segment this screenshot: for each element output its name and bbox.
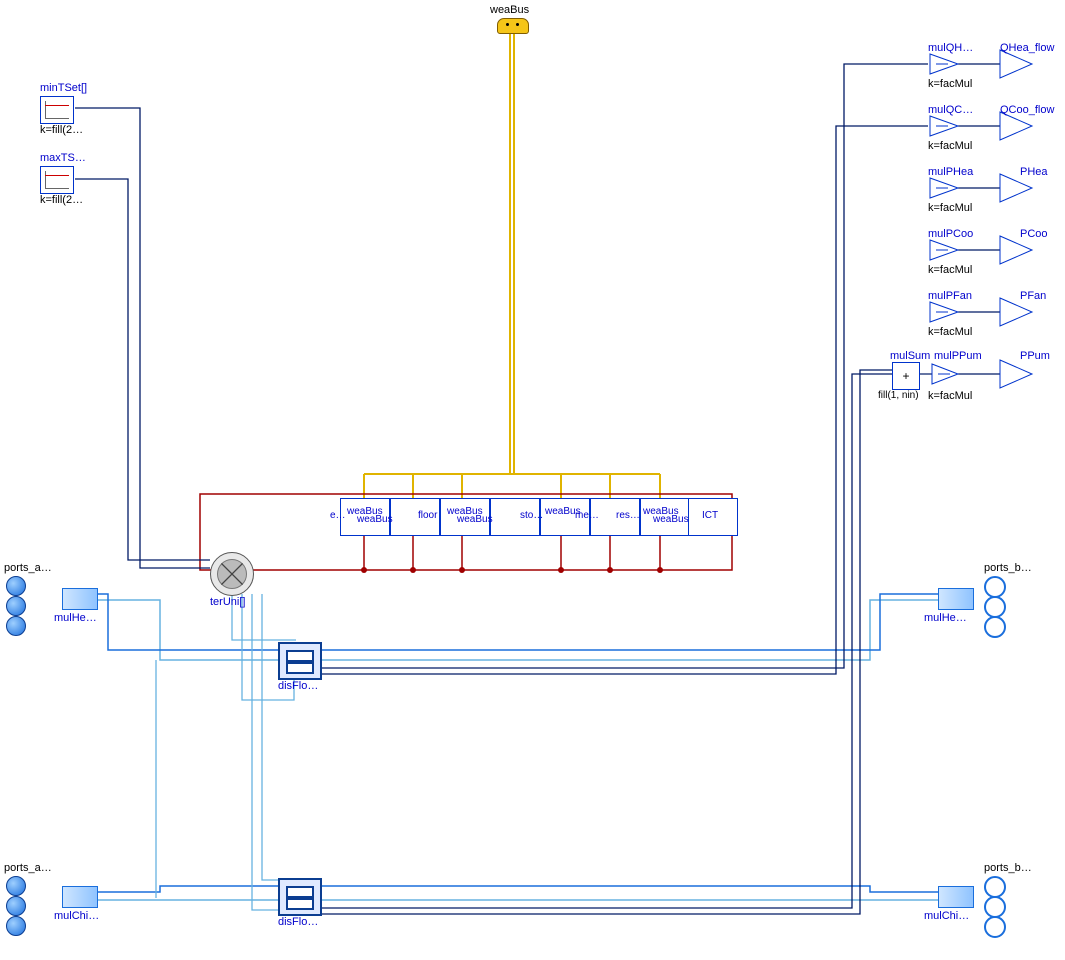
mulPFan-k: k=facMul	[928, 326, 972, 338]
PHea-out-label: PHea	[1020, 166, 1048, 178]
mulSum-name: mulSum	[890, 350, 930, 362]
terUni-block[interactable]	[210, 552, 254, 596]
ports-b1-label: ports_b…	[984, 562, 1032, 574]
port-b2-1[interactable]	[984, 876, 1006, 898]
PPum-out-label: PPum	[1020, 350, 1050, 362]
mulHea-in-block[interactable]	[62, 588, 98, 610]
room-lbl-3a: sto…	[520, 510, 543, 521]
port-a1-2[interactable]	[6, 596, 26, 616]
disFloHea-block[interactable]	[278, 642, 322, 680]
port-a2-1[interactable]	[6, 876, 26, 896]
port-a2-2[interactable]	[6, 896, 26, 916]
disFloChi-label: disFlo…	[278, 916, 318, 928]
weabus-label: weaBus	[490, 4, 529, 16]
maxtset-block[interactable]	[40, 166, 74, 194]
port-a1-1[interactable]	[6, 576, 26, 596]
diagram-canvas: weaBus minTSet[] k=fill(2… maxTS… k=fill…	[0, 0, 1065, 960]
port-b2-2[interactable]	[984, 896, 1006, 918]
mulSum-block[interactable]: +	[892, 362, 920, 390]
port-b1-3[interactable]	[984, 616, 1006, 638]
mulPFan-name: mulPFan	[928, 290, 972, 302]
mulPHea-k: k=facMul	[928, 202, 972, 214]
mulHea-out-block[interactable]	[938, 588, 974, 610]
maxtset-name: maxTS…	[40, 152, 86, 164]
PCoo-out-label: PCoo	[1020, 228, 1048, 240]
QHea-out-label: QHea_flow	[1000, 42, 1054, 54]
room-lbl-4a: res…	[616, 510, 640, 521]
PFan-out-label: PFan	[1020, 290, 1046, 302]
mulSum-k: fill(1, nin)	[878, 390, 919, 401]
disFloChi-block[interactable]	[278, 878, 322, 916]
room-lbl-4c: weaBus	[653, 514, 689, 525]
weabus-connector[interactable]	[497, 18, 529, 34]
room-lbl-2cw: weaBus	[457, 514, 493, 525]
port-a2-3[interactable]	[6, 916, 26, 936]
room-lbl-1c: weaBus	[357, 514, 393, 525]
port-b1-1[interactable]	[984, 576, 1006, 598]
ports-b2-label: ports_b…	[984, 862, 1032, 874]
mulQCoo-name: mulQC…	[928, 104, 973, 116]
mulQCoo-k: k=facMul	[928, 140, 972, 152]
QCoo-out-label: QCoo_flow	[1000, 104, 1054, 116]
disFloHea-label: disFlo…	[278, 680, 318, 692]
ports-a2-label: ports_a…	[4, 862, 52, 874]
mulChi-in-label: mulChi…	[54, 910, 99, 922]
mulPCoo-k: k=facMul	[928, 264, 972, 276]
mulPPum-k: k=facMul	[928, 390, 972, 402]
port-b1-2[interactable]	[984, 596, 1006, 618]
ports-a1-label: ports_a…	[4, 562, 52, 574]
mulQHea-name: mulQH…	[928, 42, 973, 54]
mulQHea-k: k=facMul	[928, 78, 972, 90]
room-lbl-2a: floor	[418, 510, 437, 521]
wires-layer	[0, 0, 1065, 960]
mulPHea-name: mulPHea	[928, 166, 973, 178]
port-b2-3[interactable]	[984, 916, 1006, 938]
mulChi-out-block[interactable]	[938, 886, 974, 908]
mintset-name: minTSet[]	[40, 82, 87, 94]
room-lbl-3c: me…	[575, 510, 599, 521]
terUni-label: terUni[]	[210, 596, 245, 608]
room-lbl-5a: ICT	[702, 510, 718, 521]
mintset-block[interactable]	[40, 96, 74, 124]
maxtset-k: k=fill(2…	[40, 194, 83, 206]
mulPCoo-name: mulPCoo	[928, 228, 973, 240]
mulHea-out-label: mulHe…	[924, 612, 967, 624]
port-a1-3[interactable]	[6, 616, 26, 636]
mulChi-out-label: mulChi…	[924, 910, 969, 922]
room-lbl-1a: e…	[330, 510, 346, 521]
mulPPum-name: mulPPum	[934, 350, 982, 362]
mintset-k: k=fill(2…	[40, 124, 83, 136]
mulChi-in-block[interactable]	[62, 886, 98, 908]
mulHea-in-label: mulHe…	[54, 612, 97, 624]
